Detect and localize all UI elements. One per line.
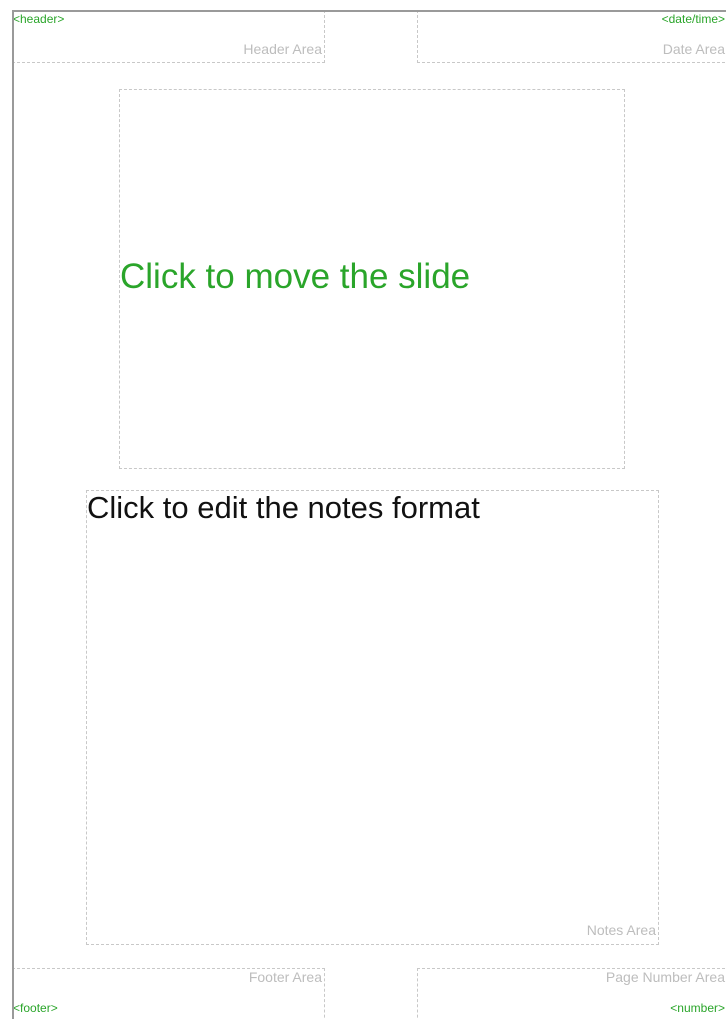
header-area-label: Header Area — [243, 41, 322, 57]
notes-area-label: Notes Area — [586, 922, 656, 938]
page-number-field: <number> — [670, 1001, 725, 1015]
page-number-area[interactable]: Page Number Area <number> — [417, 968, 726, 1019]
notes-master-page: <header> Header Area <date/time> Date Ar… — [12, 10, 726, 1019]
footer-area[interactable]: Footer Area <footer> — [13, 968, 325, 1019]
date-area-label: Date Area — [662, 41, 725, 57]
footer-area-label: Footer Area — [248, 969, 322, 985]
header-area[interactable]: <header> Header Area — [13, 12, 325, 63]
slide-placeholder-text: Click to move the slide — [120, 257, 471, 296]
page-number-area-label: Page Number Area — [605, 969, 725, 985]
notes-area[interactable]: Click to edit the notes format Notes Are… — [86, 490, 659, 945]
slide-image-area[interactable]: Click to move the slide — [119, 89, 625, 469]
date-area[interactable]: <date/time> Date Area — [417, 12, 726, 63]
footer-field: <footer> — [13, 1001, 58, 1015]
notes-placeholder-text: Click to edit the notes format — [87, 490, 480, 525]
header-field: <header> — [13, 12, 65, 26]
date-time-field: <date/time> — [661, 12, 725, 26]
